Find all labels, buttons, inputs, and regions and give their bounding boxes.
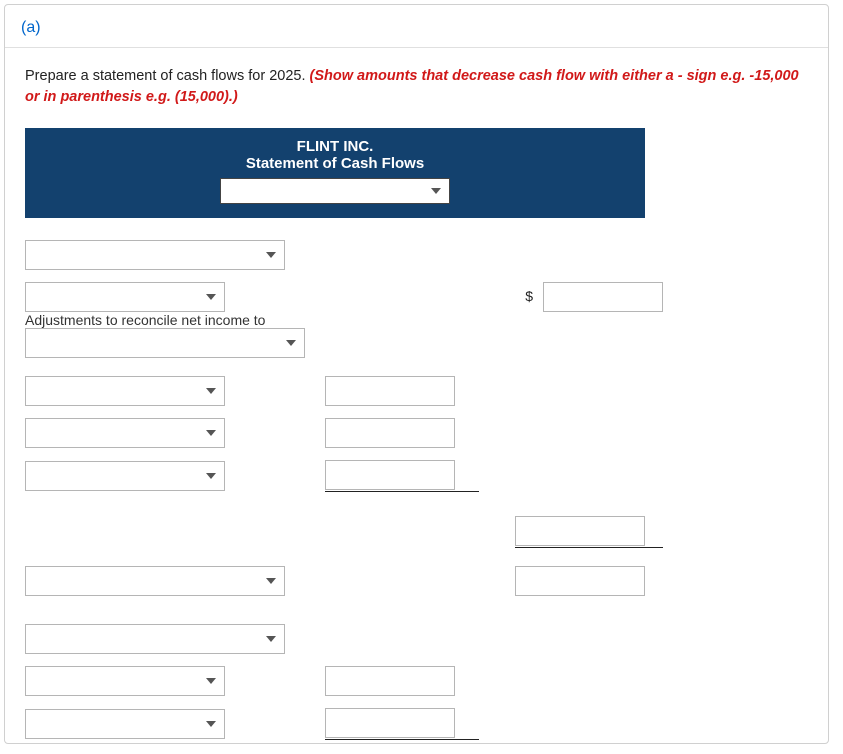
subtotal-underline-1 <box>325 460 479 492</box>
part-header: (a) <box>5 5 828 48</box>
adj-dropdown-1[interactable] <box>25 376 225 406</box>
inv-dropdown-1[interactable] <box>25 666 225 696</box>
adj-subtotal-amount[interactable] <box>515 516 645 546</box>
chevron-down-icon <box>266 578 276 584</box>
section-dropdown-2[interactable] <box>25 624 285 654</box>
net-cash-operating-amount[interactable] <box>515 566 645 596</box>
adjustments-header-dropdown[interactable] <box>25 328 305 358</box>
inv-dropdown-2[interactable] <box>25 709 225 739</box>
adj-dropdown-3[interactable] <box>25 461 225 491</box>
subtotal-underline-3 <box>325 708 479 740</box>
chevron-down-icon <box>206 473 216 479</box>
statement-title: Statement of Cash Flows <box>35 155 635 172</box>
inv-amount-1[interactable] <box>325 666 455 696</box>
chevron-down-icon <box>266 252 276 258</box>
line-dropdown-net-income[interactable] <box>25 282 225 312</box>
adjustments-label: Adjustments to reconcile net income to <box>25 312 685 328</box>
instruction-text: Prepare a statement of cash flows for 20… <box>25 66 808 108</box>
chevron-down-icon <box>206 430 216 436</box>
net-cash-operating-dropdown[interactable] <box>25 566 285 596</box>
inv-amount-2[interactable] <box>325 708 455 738</box>
section-dropdown-1[interactable] <box>25 240 285 270</box>
dollar-sign: $ <box>515 288 539 304</box>
adj-amount-1[interactable] <box>325 376 455 406</box>
statement-banner: FLINT INC. Statement of Cash Flows <box>25 128 645 218</box>
chevron-down-icon <box>206 678 216 684</box>
company-name: FLINT INC. <box>35 138 635 155</box>
chevron-down-icon <box>266 636 276 642</box>
form-table: $ Adjustments to reconcile net income to <box>25 240 685 740</box>
adj-amount-2[interactable] <box>325 418 455 448</box>
instruction-plain: Prepare a statement of cash flows for 20… <box>25 68 310 84</box>
question-panel: (a) Prepare a statement of cash flows fo… <box>4 4 829 744</box>
chevron-down-icon <box>206 294 216 300</box>
period-select[interactable] <box>220 178 450 204</box>
amount-input-net-income[interactable] <box>543 282 663 312</box>
chevron-down-icon <box>206 388 216 394</box>
part-label: (a) <box>21 19 41 36</box>
adj-dropdown-2[interactable] <box>25 418 225 448</box>
content-area: Prepare a statement of cash flows for 20… <box>5 48 828 744</box>
subtotal-underline-2 <box>515 516 663 548</box>
chevron-down-icon <box>431 188 441 194</box>
chevron-down-icon <box>286 340 296 346</box>
adj-amount-3[interactable] <box>325 460 455 490</box>
chevron-down-icon <box>206 721 216 727</box>
